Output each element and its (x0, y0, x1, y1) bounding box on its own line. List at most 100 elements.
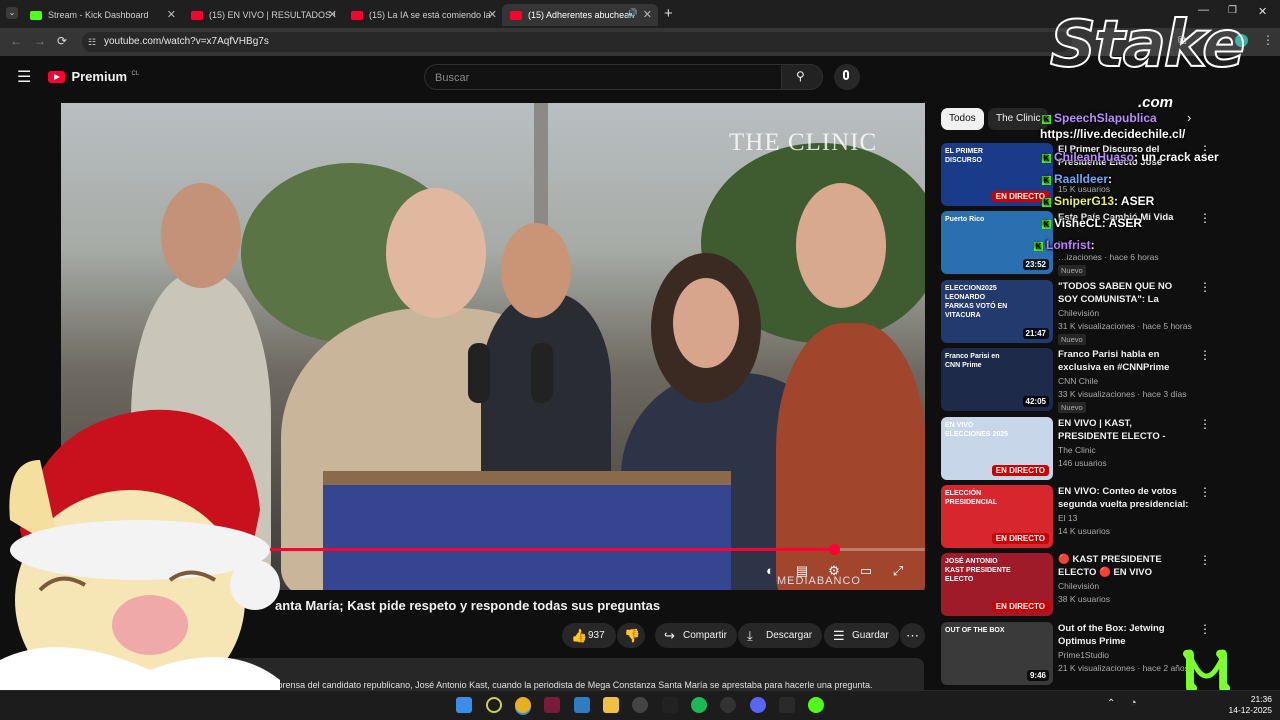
close-tab-icon[interactable]: ✕ (328, 8, 337, 21)
channel-name[interactable]: Prime1Studio (1058, 650, 1109, 660)
recommendation-item[interactable]: Franco Parisi en CNN Prime 42:05 Franco Pa… (941, 348, 1271, 414)
system-clock[interactable]: 21:36 14-12-2025 (1202, 694, 1272, 716)
chat-message: K ChileanHuaso: un crack aser (1042, 150, 1219, 164)
thumbnail-caption: EL PRIMER DISCURSO (945, 148, 983, 164)
download-button[interactable]: ⤓ Descargar (738, 623, 823, 648)
tab-title: (15) EN VIVO | RESULTADOS OF (209, 10, 335, 20)
recommendation-item[interactable]: ELECCION2025 LEONARDO FARKAS VOTÓ EN VIT… (941, 279, 1271, 345)
live-badge: EN DIRECTO (991, 464, 1049, 476)
more-options-icon[interactable]: ⋮ (1199, 280, 1211, 294)
dislike-button[interactable]: 👎 (617, 623, 645, 648)
fullscreen-icon[interactable]: ⤢ (889, 563, 907, 578)
more-options-icon[interactable]: ⋮ (1199, 622, 1211, 636)
more-options-icon[interactable]: ⋮ (1199, 211, 1211, 225)
search-input[interactable]: Buscar (424, 64, 782, 90)
channel-name[interactable]: Chilevisión (1058, 581, 1099, 591)
tab-youtube-2[interactable]: (15) La IA se está comiendo la ✕ (343, 4, 503, 26)
channel-name[interactable]: CNN Chile (1058, 376, 1098, 386)
discord-icon[interactable] (750, 697, 766, 713)
tab-youtube-active[interactable]: (15) Adherentes abuchean 🔊 ✕ (502, 4, 658, 26)
chat-message: K Lonfrist: (1034, 238, 1095, 252)
reload-icon[interactable]: ⟳ (57, 34, 67, 48)
duration-badge: 23:52 (1022, 259, 1049, 271)
close-window-button[interactable]: ✕ (1258, 5, 1267, 18)
chips-next-icon[interactable]: › (1187, 110, 1191, 125)
kick-badge-icon: K (1042, 154, 1051, 163)
more-options-icon[interactable]: ⋮ (1199, 485, 1211, 499)
thumbnail-caption: ELECCIÓN PRESIDENCIAL (945, 490, 998, 506)
live-badge: EN DIRECTO (991, 533, 1049, 544)
windows-start-icon[interactable] (456, 697, 472, 713)
view-count: 14 K usuarios (1058, 526, 1110, 536)
voice-search-button[interactable] (834, 64, 860, 90)
video-thumbnail[interactable]: EL PRIMER DISCURSO EN DIRECTO (941, 143, 1053, 206)
capcut-icon[interactable] (662, 697, 678, 713)
spotify-icon[interactable] (691, 697, 707, 713)
chip-all[interactable]: Todos (941, 108, 984, 130)
recommendation-title[interactable]: Franco Parisi habla en exclusiva en #CNN… (1058, 348, 1193, 374)
system-tray-chevron-icon[interactable]: ⌃ (1107, 698, 1115, 709)
video-thumbnail[interactable]: ELECCION2025 LEONARDO FARKAS VOTÓ EN VIT… (941, 279, 1053, 343)
chat-username: SniperG13 (1054, 194, 1115, 208)
mega-icon[interactable] (779, 697, 795, 713)
video-thumbnail[interactable]: JOSÉ ANTONIO KAST PRESIDENTE ELECTO EN DI… (941, 553, 1053, 617)
app-icon-dark[interactable] (720, 697, 736, 713)
tab-youtube-1[interactable]: (15) EN VIVO | RESULTADOS OF ✕ (183, 4, 343, 26)
chat-message: K VisheCL: ASER (1042, 216, 1142, 230)
close-tab-icon[interactable]: ✕ (488, 8, 497, 21)
speaker-icon[interactable]: 🔊 (627, 8, 638, 19)
tab-list-button[interactable]: ⌄ (6, 7, 18, 19)
video-thumbnail[interactable]: EN VIVO ELECCIONES 2025 EN DIRECTO (941, 416, 1053, 480)
more-actions-button[interactable]: ⋯ (900, 623, 925, 648)
more-options-icon[interactable]: ⋮ (1199, 417, 1211, 431)
site-info-icon[interactable]: ☷ (88, 32, 96, 52)
recommendation-item[interactable]: ELECCIÓN PRESIDENCIAL EN DIRECTO EN VIVO: … (941, 485, 1271, 549)
search-button[interactable]: ⚲ (781, 64, 823, 90)
recommendation-title[interactable]: 🔴 KAST PRESIDENTE ELECTO 🔴 EN VIVO ELECC… (1058, 553, 1193, 579)
chat-username: SpeechSlapublica (1054, 111, 1157, 125)
kick-app-icon[interactable] (808, 697, 824, 713)
view-count: …izaciones · hace 6 horas (1058, 252, 1159, 263)
app-icon[interactable] (486, 697, 502, 713)
hamburger-menu-icon[interactable]: ☰ (17, 67, 31, 87)
wifi-icon[interactable]: ◔ (1130, 697, 1137, 709)
more-options-icon[interactable]: ⋮ (1199, 553, 1211, 567)
close-tab-icon[interactable]: ✕ (643, 8, 652, 21)
region-code: CL (131, 70, 140, 77)
forward-icon[interactable]: → (34, 34, 46, 48)
channel-name[interactable]: Chilevisión (1058, 308, 1099, 318)
save-button[interactable]: ☰ Guardar (824, 623, 899, 648)
recommendation-title[interactable]: "TODOS SABEN QUE NO SOY COMUNISTA": La p… (1058, 280, 1193, 306)
url-field[interactable]: ☷ youtube.com/watch?v=x7AqfVHBg7s (82, 32, 1072, 52)
clock-time: 21:36 (1250, 694, 1272, 704)
channel-name[interactable]: The Clinic (1058, 445, 1096, 455)
tab-kick[interactable]: Stream - Kick Dashboard ✕ (22, 4, 182, 26)
new-tab-button[interactable]: + (664, 5, 673, 22)
share-button[interactable]: ↪ Compartir (655, 623, 737, 648)
more-options-icon[interactable]: ⋮ (1199, 348, 1211, 362)
recommendation-title[interactable]: Out of the Box: Jetwing Optimus Prime (T… (1058, 622, 1193, 648)
recommendation-title[interactable]: EN VIVO | KAST, PRESIDENTE ELECTO - Elec… (1058, 417, 1193, 443)
like-button[interactable]: 👍 937 (562, 623, 616, 648)
close-tab-icon[interactable]: ✕ (167, 8, 176, 21)
share-label: Compartir (683, 630, 727, 641)
back-icon[interactable]: ← (10, 34, 22, 48)
new-badge: Nuevo (1058, 402, 1086, 414)
menu-kebab-icon[interactable]: ⋮ (1262, 33, 1274, 47)
youtube-logo[interactable]: Premium CL (48, 68, 139, 86)
chat-text: : (1090, 238, 1095, 252)
video-thumbnail[interactable]: Franco Parisi en CNN Prime 42:05 (941, 348, 1053, 412)
channel-name[interactable]: El 13 (1058, 513, 1077, 523)
chat-message: K SpeechSlapublica (1042, 111, 1157, 125)
notes-app-icon[interactable] (574, 697, 590, 713)
file-explorer-icon[interactable] (603, 697, 619, 713)
video-thumbnail[interactable]: OUT OF THE BOX 9:46 (941, 621, 1053, 685)
recommendation-item[interactable]: JOSÉ ANTONIO KAST PRESIDENTE ELECTO EN DI… (941, 553, 1271, 617)
recommendation-item[interactable]: EN VIVO ELECCIONES 2025 EN DIRECTO EN VIVO… (941, 416, 1271, 481)
video-thumbnail[interactable]: ELECCIÓN PRESIDENCIAL EN DIRECTO (941, 485, 1053, 548)
obs-icon[interactable] (632, 697, 648, 713)
media-app-icon[interactable] (544, 697, 560, 713)
chrome-icon[interactable] (515, 697, 531, 713)
recommendation-title[interactable]: EN VIVO: Conteo de votos segunda vuelta … (1058, 485, 1193, 511)
thumbnail-caption: ELECCION2025 LEONARDO FARKAS VOTÓ EN VIT… (945, 284, 1008, 319)
